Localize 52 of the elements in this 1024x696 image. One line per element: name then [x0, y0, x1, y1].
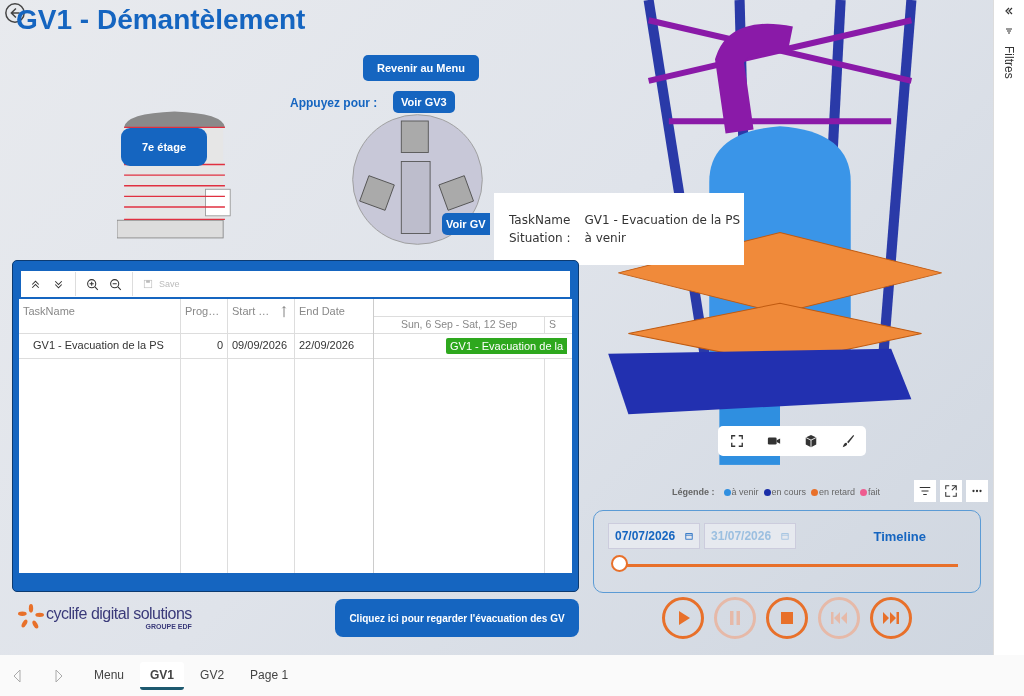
task-bar[interactable]: GV1 - Evacuation de la [446, 338, 568, 354]
legend-item: en cours [771, 487, 807, 497]
focus-mode-icon[interactable] [940, 480, 962, 502]
fullscreen-icon[interactable] [729, 434, 744, 448]
week-header: Sun, 6 Sep - Sat, 12 Sep [374, 317, 545, 333]
table-cell: 0 [181, 334, 228, 358]
collapse-icon[interactable] [29, 277, 42, 291]
table-cell: 09/09/2026 [228, 334, 295, 358]
page-tab[interactable]: Menu [84, 661, 135, 690]
calendar-icon [685, 532, 694, 540]
save-icon [143, 279, 153, 289]
collapse-pane-icon[interactable] [1004, 6, 1014, 16]
table-cell-text: 22/09/2026 [298, 338, 356, 353]
week-header: S [548, 317, 556, 332]
legend-label: Légende : [672, 487, 715, 497]
column-header[interactable]: TaskName [19, 299, 181, 333]
zoom-in-icon[interactable] [86, 277, 99, 291]
floor-button[interactable]: 7e étage [121, 128, 207, 166]
column-header[interactable]: Prog… [181, 299, 228, 333]
filter-icon [1004, 26, 1014, 36]
view-button[interactable]: Voir GV3 [393, 91, 455, 113]
page-title: GV1 - Démantèlement [16, 4, 306, 36]
slider-thumb[interactable] [611, 555, 628, 572]
page-tab[interactable]: GV1 [140, 661, 185, 690]
legend-item: fait [868, 487, 881, 497]
filters-pane[interactable]: Filtres [993, 0, 1024, 655]
zoom-out-icon[interactable] [109, 277, 122, 291]
more-options-icon[interactable] [966, 480, 988, 502]
tooltip-label: TaskName [509, 213, 571, 227]
start-date-field[interactable]: 07/07/2026 [608, 523, 701, 549]
legend-item: en retard [819, 487, 856, 497]
tooltip-label: Situation : [509, 231, 571, 245]
filters-label: Filtres [1002, 46, 1016, 79]
legend-item: à venir [731, 487, 759, 497]
logo-text: cyclife digital solutions [46, 604, 192, 623]
filter-icon[interactable] [914, 480, 936, 502]
timeline-title: Timeline [873, 528, 926, 544]
menu-button[interactable]: Revenir au Menu [363, 55, 480, 81]
column-header[interactable]: Start … [228, 299, 295, 333]
page-tab[interactable]: Page 1 [240, 661, 299, 690]
cube-icon[interactable] [803, 434, 818, 448]
evacuation-button[interactable]: Cliquez ici pour regarder l'évacuation des GV [335, 599, 579, 637]
view-button[interactable]: Voir GV [442, 213, 490, 235]
logo-icon [18, 604, 44, 630]
brush-icon[interactable] [840, 434, 855, 448]
tooltip-value: à venir [584, 231, 627, 245]
page-tab[interactable]: GV2 [190, 661, 235, 690]
prompt-label: Appuyez pour : [290, 96, 378, 110]
column-header[interactable]: End Date [295, 299, 371, 333]
table-cell: GV1 - Evacuation de la PS [19, 334, 181, 358]
calendar-icon [781, 532, 790, 540]
tooltip-value: GV1 - Evacuation de la PS [584, 213, 742, 227]
